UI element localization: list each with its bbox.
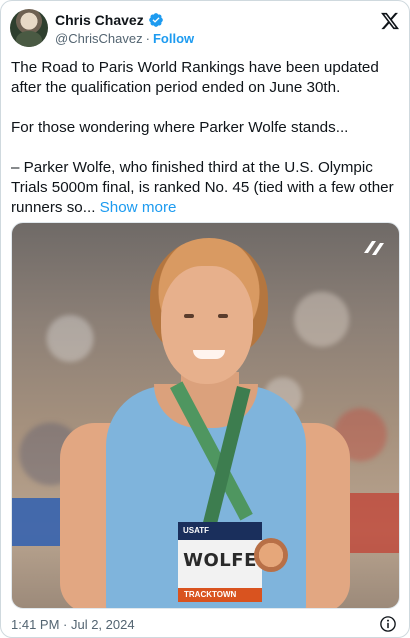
tweet-text: The Road to Paris World Rankings have be… (11, 58, 396, 218)
truncated-text: – Parker Wolfe, who finished third at th… (11, 159, 394, 216)
avatar[interactable] (10, 9, 48, 47)
runner-figure: USATF WOLFE TRACKTOWN (60, 238, 350, 608)
handle-separator: · (145, 31, 150, 46)
photo-watermark-icon (364, 241, 384, 255)
tweet-photo[interactable]: USATF WOLFE TRACKTOWN (11, 222, 400, 609)
tweet-paragraph-truncated: – Parker Wolfe, who finished third at th… (11, 158, 396, 218)
info-icon[interactable] (379, 615, 397, 633)
bib-name: WOLFE (183, 550, 257, 571)
tweet-paragraph: The Road to Paris World Rankings have be… (11, 59, 379, 96)
author-name-row: Chris Chavez (55, 12, 164, 28)
runner-smile (193, 350, 225, 359)
race-bib: USATF WOLFE TRACKTOWN (178, 522, 262, 602)
follow-button[interactable]: Follow (153, 31, 194, 46)
author-name[interactable]: Chris Chavez (55, 12, 144, 28)
author-handle[interactable]: @ChrisChavez (55, 31, 143, 46)
bronze-medal (254, 538, 288, 572)
x-logo-icon[interactable] (380, 11, 400, 31)
tweet-card: Chris Chavez @ChrisChavez · Follow The R… (0, 0, 410, 638)
show-more-link[interactable]: Show more (100, 199, 177, 216)
bib-footer: TRACKTOWN (178, 588, 262, 602)
tweet-timestamp[interactable]: 1:41 PM · Jul 2, 2024 (11, 617, 135, 632)
tweet-footer: 1:41 PM · Jul 2, 2024 (11, 615, 401, 635)
tweet-header: Chris Chavez @ChrisChavez · Follow (10, 9, 402, 49)
runner-face (161, 266, 253, 384)
runner-eye (218, 314, 228, 318)
runner-eye (184, 314, 194, 318)
tweet-paragraph: For those wondering where Parker Wolfe s… (11, 119, 349, 136)
verified-badge-icon (148, 13, 163, 27)
author-handle-row: @ChrisChavez · Follow (55, 31, 194, 46)
bib-sponsor: USATF (178, 522, 262, 540)
